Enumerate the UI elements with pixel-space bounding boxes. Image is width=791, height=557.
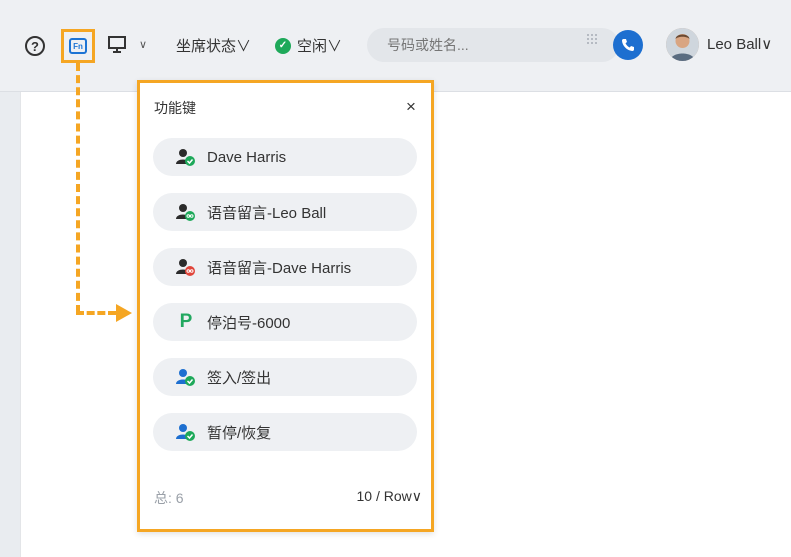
available-check-icon: ✓ [275, 37, 291, 54]
rows-per-page-select[interactable]: 10 / Row∨ [357, 488, 423, 508]
annotation-dashed-line-vertical [76, 63, 80, 313]
function-key-item[interactable]: P 停泊号-6000 [153, 303, 417, 341]
function-keys-button[interactable]: Fn [61, 29, 95, 63]
total-count: 总: 6 [154, 490, 184, 506]
presence-label: 空闲∨ [297, 38, 343, 55]
voicemail-contact-icon [175, 257, 197, 277]
phone-icon [622, 39, 634, 51]
call-button[interactable] [613, 30, 643, 60]
panel-footer: 总: 6 10 / Row∨ [154, 488, 422, 508]
queue-login-icon [175, 367, 197, 387]
monitor-dropdown[interactable]: ∨ [107, 34, 147, 54]
help-icon[interactable]: ? [25, 36, 45, 56]
function-key-label: 语音留言-Leo Ball [207, 204, 327, 222]
function-key-list: Dave Harris 语音留言-Leo Ball 语音留言-Dave Harr… [153, 138, 417, 468]
dialpad-icon[interactable] [586, 33, 598, 45]
function-key-item[interactable]: 签入/签出 [153, 358, 417, 396]
left-sidebar-strip [0, 92, 20, 557]
chevron-down-icon: ∨ [139, 38, 148, 51]
annotation-dashed-line-horizontal [76, 311, 116, 315]
monitor-icon [108, 36, 126, 53]
function-keys-panel: 功能键 × Dave Harris 语音留言-Leo Ball 语音留言-Dav… [137, 80, 434, 532]
search-input[interactable] [367, 28, 619, 62]
function-key-item[interactable]: 暂停/恢复 [153, 413, 417, 451]
function-key-item[interactable]: 语音留言-Leo Ball [153, 193, 417, 231]
function-key-item[interactable]: 语音留言-Dave Harris [153, 248, 417, 286]
fn-icon: Fn [69, 38, 87, 54]
function-key-label: Dave Harris [207, 148, 287, 166]
user-avatar[interactable] [666, 28, 699, 61]
contact-available-icon [175, 147, 197, 167]
function-key-label: 暂停/恢复 [207, 424, 272, 442]
queue-pause-icon [175, 422, 197, 442]
seat-status-dropdown[interactable]: 坐席状态∨ [176, 35, 251, 56]
presence-status-dropdown[interactable]: ✓ 空闲∨ [275, 35, 342, 56]
annotation-arrow-icon [116, 304, 132, 322]
function-key-item[interactable]: Dave Harris [153, 138, 417, 176]
panel-title: 功能键 [154, 100, 196, 116]
voicemail-contact-icon [175, 202, 197, 222]
function-key-label: 签入/签出 [207, 369, 272, 387]
function-key-label: 语音留言-Dave Harris [207, 259, 352, 277]
close-icon[interactable]: × [406, 97, 416, 117]
user-menu[interactable]: Leo Ball∨ [707, 35, 772, 53]
park-icon: P [179, 311, 193, 332]
function-key-label: 停泊号-6000 [207, 314, 291, 332]
